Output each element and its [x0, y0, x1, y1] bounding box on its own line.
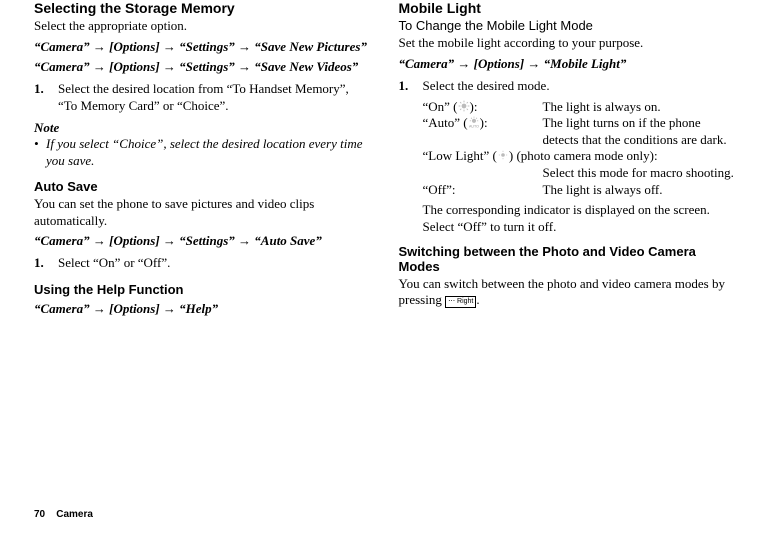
footer-section: Camera [56, 509, 93, 520]
step-text: Select “On” or “Off”. [58, 255, 170, 270]
step-number: 1. [399, 78, 409, 95]
right-key-icon: ⋯ Right [445, 296, 476, 308]
path-mobile-light: “Camera” → [Options] → “Mobile Light” [399, 56, 736, 72]
switch-desc-post: . [476, 292, 479, 307]
mobile-desc: Set the mobile light according to your p… [399, 35, 736, 52]
light-low-icon [497, 149, 509, 161]
mode-row-lowlight: “Low Light” ( ) (photo camera mode only): [423, 148, 736, 165]
heading-auto-save: Auto Save [34, 179, 371, 194]
left-column: Selecting the Storage Memory Select the … [34, 0, 371, 317]
mode-key-auto-post: ): [480, 115, 488, 130]
autosave-step-1: 1. Select “On” or “Off”. [34, 255, 371, 272]
mobile-screen-note: The corresponding indicator is displayed… [423, 202, 736, 235]
right-column: Mobile Light To Change the Mobile Light … [399, 0, 736, 317]
step-number: 1. [34, 81, 44, 98]
mode-val-low: Select this mode for macro shooting. [543, 165, 736, 182]
path-auto-save: “Camera” → [Options] → “Settings” → “Aut… [34, 233, 371, 249]
switch-desc: You can switch between the photo and vid… [399, 276, 736, 309]
autosave-desc: You can set the phone to save pictures a… [34, 196, 371, 229]
path-save-new-pictures: “Camera” → [Options] → “Settings” → “Sav… [34, 39, 371, 55]
note-body: If you select “Choice”, select the desir… [34, 136, 371, 169]
mobile-step-1: 1. Select the desired mode. [399, 78, 736, 95]
mode-key-low-pre: “Low Light” ( [423, 148, 497, 163]
svg-text:AUTO: AUTO [469, 125, 479, 129]
step-number: 1. [34, 255, 44, 272]
path-help: “Camera” → [Options] → “Help” [34, 301, 371, 317]
mode-val-off: The light is always off. [543, 182, 736, 199]
subheading-change-mode: To Change the Mobile Light Mode [399, 18, 736, 33]
mode-row-on: “On” (): The light is always on. [423, 99, 736, 116]
path-save-new-videos: “Camera” → [Options] → “Settings” → “Sav… [34, 59, 371, 75]
heading-mobile-light: Mobile Light [399, 0, 736, 16]
step-text: Select the desired location from “To Han… [58, 81, 349, 113]
mode-key-auto-pre: “Auto” ( [423, 115, 468, 130]
mode-val-auto-2: detects that the conditions are dark. [543, 132, 736, 149]
light-on-icon [458, 100, 470, 112]
page-number: 70 [34, 509, 45, 520]
mode-row-auto: “Auto” (AUTO): The light turns on if the… [423, 115, 736, 132]
mode-key-on-pre: “On” ( [423, 99, 458, 114]
page-footer: 70 Camera [34, 509, 93, 520]
storage-desc: Select the appropriate option. [34, 18, 371, 35]
step-text: Select the desired mode. [423, 78, 550, 93]
heading-storage-memory: Selecting the Storage Memory [34, 0, 371, 16]
heading-switch-modes: Switching between the Photo and Video Ca… [399, 244, 736, 274]
mode-table: “On” (): The light is always on. “Auto” … [423, 99, 736, 199]
mode-val-auto-1: The light turns on if the phone [543, 115, 736, 132]
mode-key-on-post: ): [470, 99, 478, 114]
mode-key-off: “Off”: [423, 182, 543, 199]
mode-key-low-post: ) (photo camera mode only): [509, 148, 658, 163]
mode-val-on: The light is always on. [543, 99, 736, 116]
note-label: Note [34, 120, 371, 136]
storage-step-1: 1. Select the desired location from “To … [34, 81, 371, 114]
heading-help-function: Using the Help Function [34, 282, 371, 297]
light-auto-icon: AUTO [468, 116, 480, 128]
mode-row-off: “Off”: The light is always off. [423, 182, 736, 199]
